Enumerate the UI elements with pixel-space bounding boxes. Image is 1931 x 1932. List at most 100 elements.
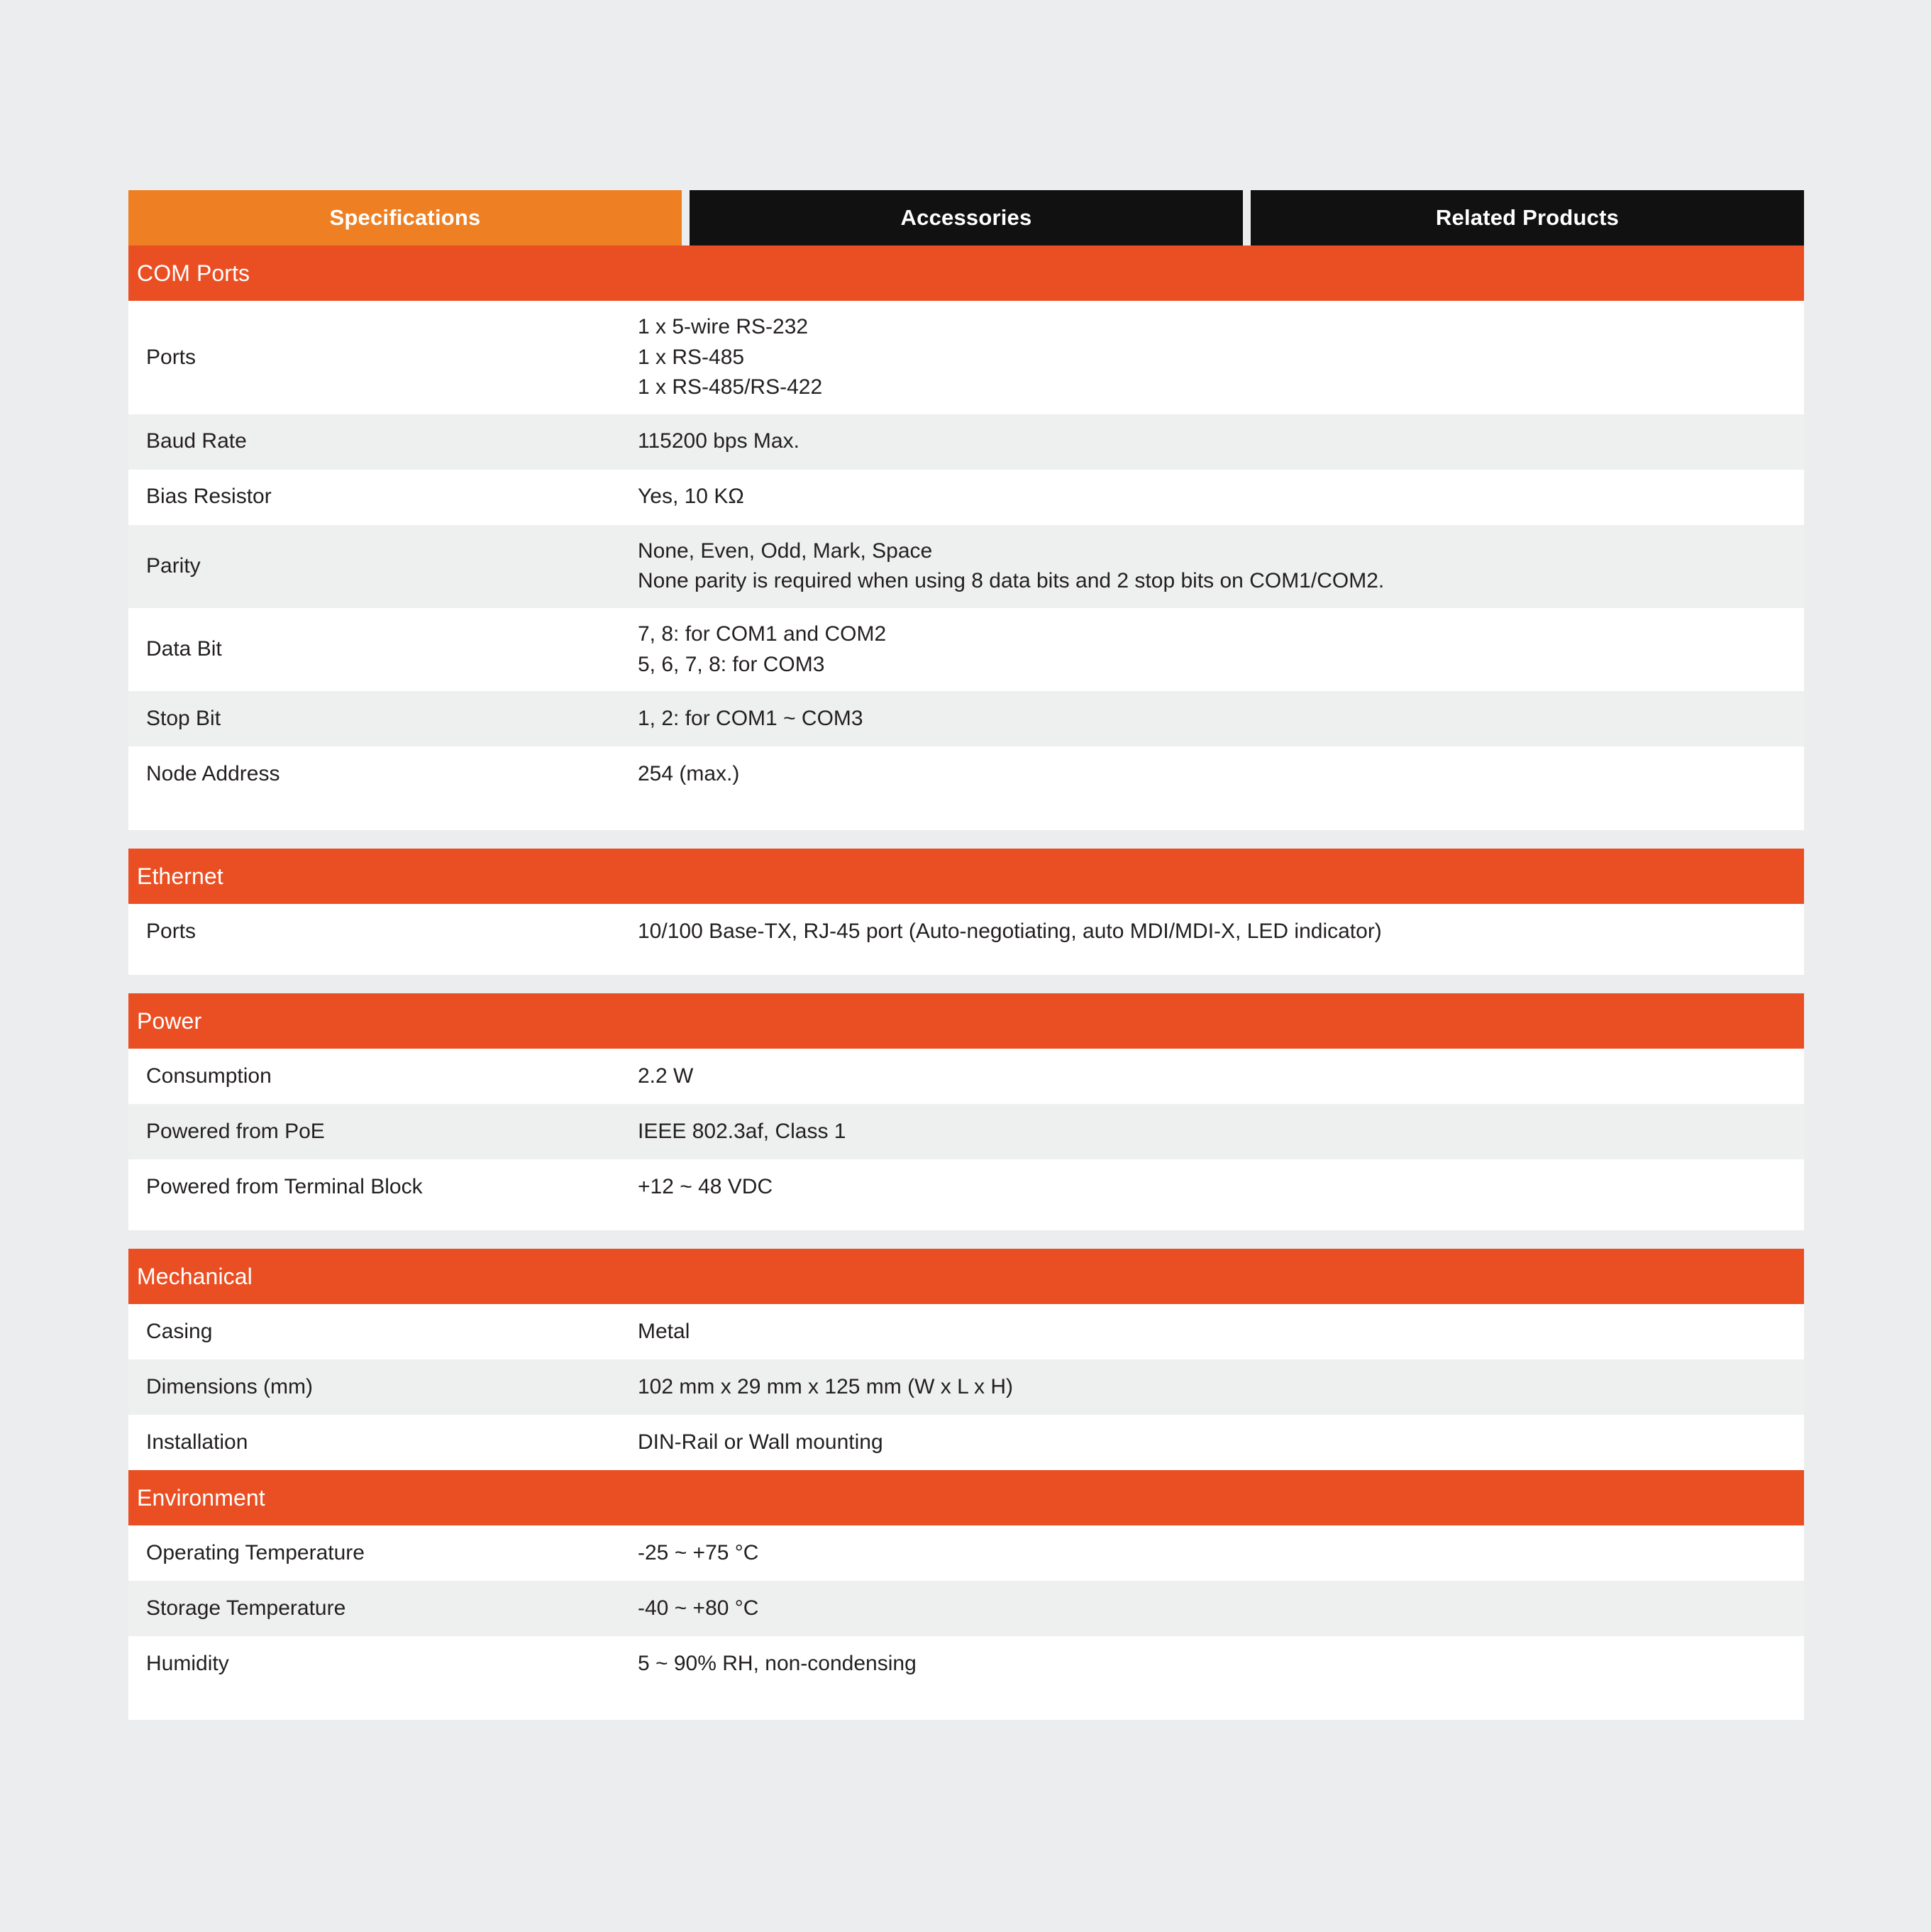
spec-row-group: Casing Metal Dimensions (mm) 102 mm x 29 mm… bbox=[128, 1304, 1804, 1471]
spec-value-line: +12 ~ 48 VDC bbox=[638, 1174, 773, 1198]
specifications-sections: COM Ports Ports 1 x 5-wire RS-232 1 x RS-48… bbox=[128, 245, 1804, 1721]
section-header: Environment bbox=[128, 1470, 1804, 1526]
section-tail-spacer bbox=[128, 1215, 1804, 1231]
spec-row-group: Ports 1 x 5-wire RS-232 1 x RS-485 1 x RS-4… bbox=[128, 301, 1804, 802]
section-header: Mechanical bbox=[128, 1249, 1804, 1305]
section-tail-spacer bbox=[128, 802, 1804, 831]
spec-value-line: 5, 6, 7, 8: for COM3 bbox=[638, 652, 825, 676]
spec-value-line: 115200 bps Max. bbox=[638, 429, 799, 453]
section-tail-spacer bbox=[128, 959, 1804, 976]
spec-row: Baud Rate 115200 bps Max. bbox=[128, 414, 1804, 470]
spec-row: Consumption 2.2 W bbox=[128, 1049, 1804, 1105]
tab-specifications-label: Specifications bbox=[329, 205, 481, 230]
spec-value-line: IEEE 802.3af, Class 1 bbox=[638, 1119, 846, 1143]
spec-value: DIN-Rail or Wall mounting bbox=[638, 1428, 1804, 1458]
tab-accessories-label: Accessories bbox=[900, 205, 1032, 230]
section-header-label: Mechanical bbox=[137, 1263, 253, 1289]
spec-section: COM Ports Ports 1 x 5-wire RS-232 1 x RS-48… bbox=[128, 245, 1804, 831]
section-header-label: Ethernet bbox=[137, 863, 223, 889]
spec-value-line: 102 mm x 29 mm x 125 mm (W x L x H) bbox=[638, 1374, 1013, 1398]
spec-label: Powered from PoE bbox=[146, 1119, 325, 1143]
spec-label: Ports bbox=[146, 919, 197, 943]
spec-value-line: None parity is required when using 8 dat… bbox=[638, 569, 1385, 593]
spec-row: Bias Resistor Yes, 10 KΩ bbox=[128, 469, 1804, 525]
spec-row: Installation DIN-Rail or Wall mounting bbox=[128, 1415, 1804, 1471]
spec-row: Data Bit 7, 8: for COM1 and COM2 5, 6, 7, … bbox=[128, 607, 1804, 692]
tab-bar: Specifications Accessories Related Produ… bbox=[128, 190, 1804, 245]
spec-value-line: 10/100 Base-TX, RJ-45 port (Auto-negotia… bbox=[638, 919, 1382, 943]
spec-value: 10/100 Base-TX, RJ-45 port (Auto-negotia… bbox=[638, 917, 1804, 947]
section-tail-spacer bbox=[128, 1691, 1804, 1721]
spec-row: Parity None, Even, Odd, Mark, Space None p… bbox=[128, 524, 1804, 608]
spec-value-line: 1 x RS-485/RS-422 bbox=[638, 375, 823, 399]
section-header: COM Ports bbox=[128, 245, 1804, 301]
spec-value-line: DIN-Rail or Wall mounting bbox=[638, 1430, 883, 1454]
spec-value-line: 1 x RS-485 bbox=[638, 345, 745, 369]
spec-value: 2.2 W bbox=[638, 1061, 1804, 1092]
spec-value: Metal bbox=[638, 1317, 1804, 1347]
spec-label: Parity bbox=[146, 554, 201, 578]
spec-row: Humidity 5 ~ 90% RH, non-condensing bbox=[128, 1636, 1804, 1692]
spec-value: 1, 2: for COM1 ~ COM3 bbox=[638, 704, 1804, 734]
tab-related-products[interactable]: Related Products bbox=[1251, 190, 1804, 245]
spec-section: Mechanical Casing Metal Dimensions (mm) 102 … bbox=[128, 1249, 1804, 1471]
spec-label: Data Bit bbox=[146, 637, 222, 661]
spec-label: Baud Rate bbox=[146, 429, 247, 453]
spec-value: Yes, 10 KΩ bbox=[638, 482, 1804, 512]
spec-label: Ports bbox=[146, 345, 197, 369]
spec-value-line: 7, 8: for COM1 and COM2 bbox=[638, 622, 887, 646]
spec-row: Ports 1 x 5-wire RS-232 1 x RS-485 1 x RS-4… bbox=[128, 301, 1804, 414]
spec-value-line: None, Even, Odd, Mark, Space bbox=[638, 539, 933, 563]
tab-specifications[interactable]: Specifications bbox=[128, 190, 682, 245]
tab-accessories[interactable]: Accessories bbox=[690, 190, 1243, 245]
spec-value: -40 ~ +80 °C bbox=[638, 1594, 1804, 1624]
spec-value-line: 2.2 W bbox=[638, 1064, 694, 1088]
section-header: Ethernet bbox=[128, 849, 1804, 905]
spec-value: 1 x 5-wire RS-232 1 x RS-485 1 x RS-485/RS… bbox=[638, 312, 1804, 403]
spec-value: -25 ~ +75 °C bbox=[638, 1538, 1804, 1569]
spec-label: Stop Bit bbox=[146, 706, 221, 730]
spec-value-line: -40 ~ +80 °C bbox=[638, 1596, 759, 1620]
spec-row: Stop Bit 1, 2: for COM1 ~ COM3 bbox=[128, 691, 1804, 747]
spec-row: Casing Metal bbox=[128, 1304, 1804, 1360]
spec-section: Ethernet Ports 10/100 Base-TX, RJ-45 port … bbox=[128, 849, 1804, 976]
spec-value: 254 (max.) bbox=[638, 759, 1804, 790]
spec-value: +12 ~ 48 VDC bbox=[638, 1172, 1804, 1203]
spec-value: IEEE 802.3af, Class 1 bbox=[638, 1117, 1804, 1147]
spec-value: 102 mm x 29 mm x 125 mm (W x L x H) bbox=[638, 1372, 1804, 1403]
spec-label: Operating Temperature bbox=[146, 1540, 365, 1564]
spec-section: Environment Operating Temperature -25 ~ +7… bbox=[128, 1470, 1804, 1721]
section-header-label: Power bbox=[137, 1008, 202, 1034]
spec-value-line: 254 (max.) bbox=[638, 761, 740, 785]
spec-label: Casing bbox=[146, 1319, 213, 1343]
spec-label: Consumption bbox=[146, 1064, 272, 1088]
spec-row: Powered from PoE IEEE 802.3af, Class 1 bbox=[128, 1104, 1804, 1160]
spec-row-group: Ports 10/100 Base-TX, RJ-45 port (Auto-ne… bbox=[128, 904, 1804, 960]
spec-row: Powered from Terminal Block +12 ~ 48 VDC bbox=[128, 1159, 1804, 1215]
spec-value: 5 ~ 90% RH, non-condensing bbox=[638, 1649, 1804, 1679]
spec-section: Power Consumption 2.2 W Powered from PoE IEE… bbox=[128, 993, 1804, 1231]
tab-related-products-label: Related Products bbox=[1435, 205, 1620, 230]
spec-value-line: 1, 2: for COM1 ~ COM3 bbox=[638, 706, 863, 730]
spec-value-line: Yes, 10 KΩ bbox=[638, 485, 744, 509]
spec-row: Dimensions (mm) 102 mm x 29 mm x 125 mm (… bbox=[128, 1359, 1804, 1415]
spec-value-line: Metal bbox=[638, 1319, 690, 1343]
spec-value-line: 5 ~ 90% RH, non-condensing bbox=[638, 1651, 917, 1675]
spec-row-group: Consumption 2.2 W Powered from PoE IEEE 802… bbox=[128, 1049, 1804, 1215]
spec-value: 115200 bps Max. bbox=[638, 426, 1804, 457]
spec-label: Bias Resistor bbox=[146, 485, 272, 509]
spec-label: Storage Temperature bbox=[146, 1596, 346, 1620]
section-header-label: Environment bbox=[137, 1484, 265, 1511]
spec-row: Ports 10/100 Base-TX, RJ-45 port (Auto-ne… bbox=[128, 904, 1804, 960]
spec-value-line: -25 ~ +75 °C bbox=[638, 1540, 759, 1564]
spec-value: None, Even, Odd, Mark, Space None parity … bbox=[638, 536, 1804, 597]
spec-row: Node Address 254 (max.) bbox=[128, 746, 1804, 802]
spec-label: Humidity bbox=[146, 1651, 229, 1675]
spec-row: Storage Temperature -40 ~ +80 °C bbox=[128, 1581, 1804, 1637]
spec-label: Node Address bbox=[146, 761, 280, 785]
section-header: Power bbox=[128, 993, 1804, 1049]
spec-value: 7, 8: for COM1 and COM2 5, 6, 7, 8: for C… bbox=[638, 619, 1804, 680]
spec-row-group: Operating Temperature -25 ~ +75 °C Storage… bbox=[128, 1525, 1804, 1692]
spec-row: Operating Temperature -25 ~ +75 °C bbox=[128, 1525, 1804, 1582]
spec-label: Dimensions (mm) bbox=[146, 1374, 314, 1398]
